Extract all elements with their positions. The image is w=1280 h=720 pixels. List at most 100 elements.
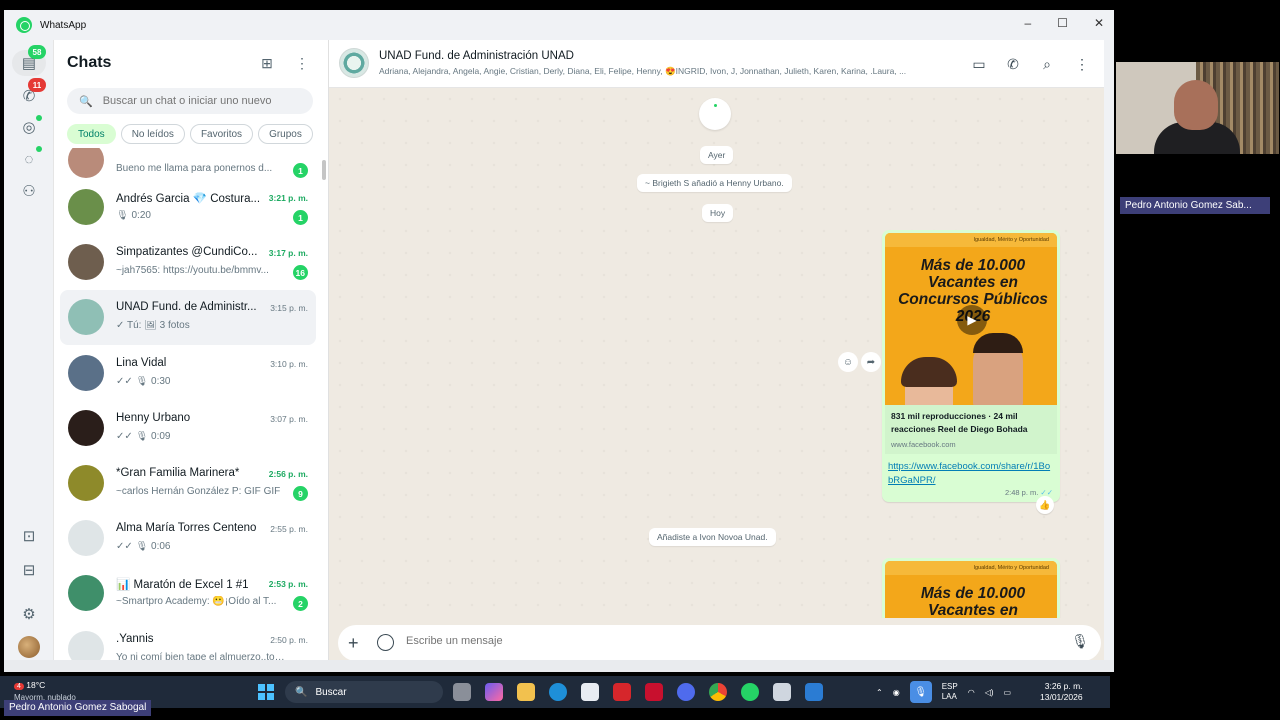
chat-time: 2:56 p. m. (268, 469, 308, 479)
group-avatar[interactable] (339, 48, 369, 78)
chat-row[interactable]: UNAD Fund. de Administr... 3:15 p. m. ✓ Tú… (60, 290, 316, 345)
search-input[interactable] (102, 95, 303, 107)
maximize-button[interactable]: ☐ (1057, 16, 1068, 30)
settings-gear-icon[interactable]: ⚙ (17, 602, 41, 626)
battery-icon[interactable]: ▭ (1004, 688, 1012, 697)
taskbar-search[interactable]: 🔍 Buscar (285, 681, 443, 703)
windows-taskbar: 4 18°C Mayorm. nublado 🔍 Buscar ⌃ ◉ 🎙 ES… (0, 676, 1110, 708)
chat-list-header: Chats ⊞ ⋮ (54, 40, 328, 88)
play-icon[interactable]: ▶ (957, 305, 987, 335)
teams-icon[interactable] (677, 683, 695, 701)
file-explorer-icon[interactable] (517, 683, 535, 701)
mcafee-icon[interactable] (645, 683, 663, 701)
chat-time: 3:15 p. m. (270, 303, 308, 313)
search-messages-icon[interactable]: ⌕ (1037, 54, 1057, 74)
conversation-menu-icon[interactable]: ⋮ (1072, 54, 1092, 74)
app-icon-1[interactable] (773, 683, 791, 701)
react-emoji-icon[interactable]: ☺ (838, 352, 858, 372)
filter-todos[interactable]: Todos (67, 124, 116, 144)
chat-time: 3:17 p. m. (268, 248, 308, 258)
starred-icon[interactable]: ⊡ (17, 524, 41, 548)
chats-badge: 58 (28, 45, 46, 59)
volume-icon[interactable]: ◁) (985, 688, 994, 697)
video-thumbnail[interactable]: Igualdad, Mérito y Oportunidad Más de 10… (885, 233, 1057, 405)
unread-badge: 9 (293, 486, 308, 501)
chat-name: Henny Urbano (116, 412, 191, 424)
app-icon-2[interactable] (805, 683, 823, 701)
video-thumbnail-2[interactable]: Igualdad, Mérito y Oportunidad Más de 10… (885, 561, 1057, 618)
chat-row[interactable]: Henny Urbano 3:07 p. m. ✓✓ 🎙 0:09 (60, 401, 316, 456)
unread-badge: 1 (293, 163, 308, 178)
chat-row[interactable]: Andrés Garcia 💎 Costura... 3:21 p. m. 🎙 0:… (60, 180, 316, 235)
archived-icon[interactable]: ⊟ (17, 558, 41, 582)
emoji-icon[interactable] (377, 634, 394, 651)
chat-preview: ✓✓ 🎙 0:09 (116, 431, 171, 442)
chat-row[interactable]: *Gran Familia Marinera* 2:56 p. m. ~carlos… (60, 456, 316, 511)
message-link[interactable]: https://www.facebook.com/share/r/1BobRGa… (885, 454, 1057, 488)
profile-avatar[interactable] (18, 636, 40, 658)
communities-icon[interactable]: ⚇ (17, 179, 41, 203)
group-name[interactable]: UNAD Fund. de Administración UNAD (379, 50, 574, 62)
store-icon[interactable] (581, 683, 599, 701)
chat-preview: ~jah7565: https://youtu.be/bmmv... (116, 265, 269, 276)
chat-time: 3:21 p. m. (268, 193, 308, 203)
reaction-badge[interactable]: 👍 (1036, 496, 1054, 514)
filter-no-leidos[interactable]: No leídos (120, 124, 185, 144)
video-call-icon[interactable]: ▭ (969, 54, 989, 74)
chat-avatar (68, 520, 104, 556)
windows-start-icon[interactable] (258, 684, 274, 700)
list-scrollbar[interactable] (322, 160, 326, 180)
attach-icon[interactable]: + (348, 633, 359, 653)
chat-time: 2:53 p. m. (268, 579, 308, 589)
group-members: Adriana, Alejandra, Angela, Angie, Crist… (379, 66, 907, 76)
filter-chips: Todos No leídos Favoritos Grupos (67, 124, 313, 144)
task-view-icon[interactable] (453, 683, 471, 701)
thumb-topline: Igualdad, Mérito y Oportunidad (885, 233, 1057, 247)
chat-rows: Bueno me llama para ponernos d... 1 Andrés… (54, 148, 328, 668)
chat-name: *Gran Familia Marinera* (116, 467, 240, 479)
chat-row[interactable]: 📊 Maratón de Excel 1 #1 2:53 p. m. ~Smartp… (60, 566, 316, 621)
chat-name: Alma María Torres Centeno (116, 522, 257, 534)
chat-row[interactable]: Simpatizantes @CundiCo... 3:17 p. m. ~jah7… (60, 235, 316, 290)
menu-icon[interactable]: ⋮ (292, 53, 312, 73)
whatsapp-taskbar-icon[interactable] (741, 683, 759, 701)
chat-search[interactable]: 🔍 (67, 88, 313, 114)
tray-microphone-icon[interactable]: 🎙 (909, 681, 932, 703)
outgoing-message-2[interactable]: Igualdad, Mérito y Oportunidad Más de 10… (882, 558, 1060, 618)
tray-chevron-icon[interactable]: ⌃ (876, 688, 883, 697)
message-input[interactable] (406, 635, 1006, 647)
microphone-icon[interactable]: 🎙 (1071, 633, 1089, 650)
forward-icon[interactable]: ➦ (861, 352, 881, 372)
voice-call-icon[interactable]: ✆ (1003, 54, 1023, 74)
system-message-added: ~ Brigieth S añadió a Henny Urbano. (637, 174, 792, 192)
temperature: 18°C (26, 680, 46, 690)
screen: WhatsApp – ☐ ✕ ▤ 58 ✆ 11 ◎ ◌ ⚇ ⊡ ⊟ ⚙ Cha… (0, 0, 1280, 720)
whatsapp-logo-icon (16, 17, 32, 33)
app-l-icon[interactable] (613, 683, 631, 701)
conversation-header[interactable]: UNAD Fund. de Administración UNAD Adrian… (329, 40, 1104, 88)
new-chat-icon[interactable]: ⊞ (257, 53, 277, 73)
edge-icon[interactable] (549, 683, 567, 701)
close-button[interactable]: ✕ (1094, 16, 1104, 30)
minimize-button[interactable]: – (1024, 16, 1031, 30)
message-composer: + 🎙 (338, 625, 1101, 661)
date-divider-ayer: Ayer (700, 146, 734, 164)
copilot-icon[interactable] (485, 683, 503, 701)
status-dot (36, 115, 42, 121)
chat-preview: ✓ Tú: 🖼 3 fotos (116, 320, 190, 331)
language-indicator[interactable]: ESP LAA (942, 682, 958, 702)
tray-app-icon[interactable]: ◉ (893, 688, 900, 697)
chat-row[interactable]: Alma María Torres Centeno 2:55 p. m. ✓✓ 🎙 … (60, 511, 316, 566)
filter-favoritos[interactable]: Favoritos (189, 124, 254, 144)
taskbar-clock[interactable]: 3:26 p. m. 13/01/2026 (1040, 681, 1083, 703)
link-preview[interactable]: 831 mil reproducciones · 24 mil reaccion… (885, 405, 1057, 454)
chat-preview: ✓✓ 🎙 0:30 (116, 376, 171, 387)
wifi-icon[interactable]: ◠ (968, 688, 975, 697)
thumb-headline-2: Más de 10.000 Vacantes en (920, 585, 1026, 618)
chrome-icon[interactable] (709, 683, 727, 701)
system-message-you-added: Añadiste a Ivon Novoa Unad. (649, 528, 776, 546)
filter-grupos[interactable]: Grupos (258, 124, 313, 144)
outgoing-message[interactable]: Igualdad, Mérito y Oportunidad Más de 10… (882, 230, 1060, 502)
chat-row[interactable]: Lina Vidal 3:10 p. m. ✓✓ 🎙 0:30 (60, 346, 316, 401)
message-area: Ayer ~ Brigieth S añadió a Henny Urbano.… (329, 88, 1104, 618)
